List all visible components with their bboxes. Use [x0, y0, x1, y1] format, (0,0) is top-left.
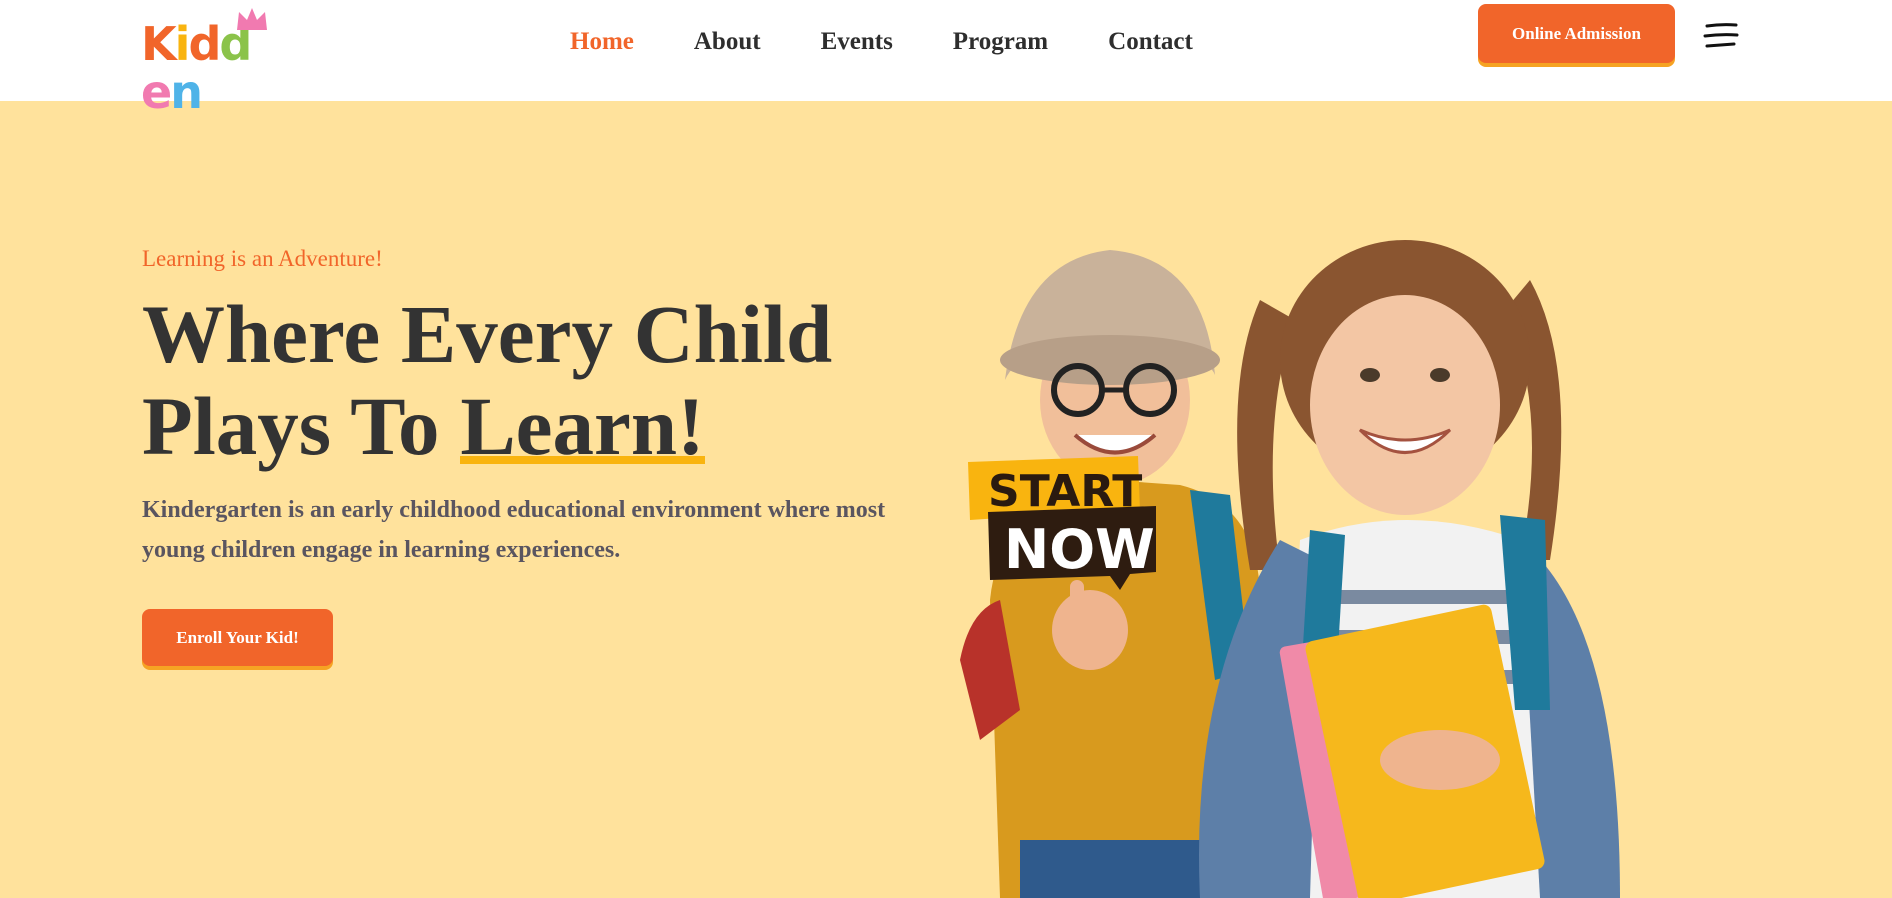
badge-now-text: NOW — [1004, 518, 1155, 581]
logo-letter: i — [174, 17, 191, 71]
logo-letter: K — [141, 17, 177, 71]
logo-letter: e — [141, 65, 172, 119]
enroll-button[interactable]: Enroll Your Kid! — [142, 609, 333, 666]
hero-children-image: START NOW — [960, 240, 1620, 898]
nav-home[interactable]: Home — [570, 22, 634, 62]
nav-program[interactable]: Program — [953, 22, 1048, 62]
site-header: Kidden Home About Events Program Contact… — [0, 0, 1892, 116]
start-now-badge: START NOW — [968, 456, 1156, 590]
logo-letter: d — [188, 17, 221, 71]
headline-line-2: Plays To — [142, 380, 461, 472]
online-admission-button[interactable]: Online Admission — [1478, 4, 1675, 63]
hamburger-icon[interactable] — [1703, 22, 1739, 50]
hero-headline: Where Every Child Plays To Learn! — [142, 288, 832, 472]
nav-events[interactable]: Events — [821, 22, 893, 62]
headline-highlight: Learn! — [460, 380, 706, 472]
logo[interactable]: Kidden — [141, 6, 271, 116]
logo-text: Kidden — [141, 20, 271, 116]
headline-line-1: Where Every Child — [142, 288, 833, 380]
hero-description: Kindergarten is an early childhood educa… — [142, 497, 886, 563]
crown-icon — [237, 8, 267, 30]
hero-tagline: Learning is an Adventure! — [142, 246, 383, 271]
main-nav: Home About Events Program Contact — [570, 22, 1253, 62]
girl-figure — [1199, 240, 1620, 898]
nav-contact[interactable]: Contact — [1108, 22, 1193, 62]
nav-about[interactable]: About — [694, 22, 761, 62]
logo-letter: n — [170, 65, 203, 119]
